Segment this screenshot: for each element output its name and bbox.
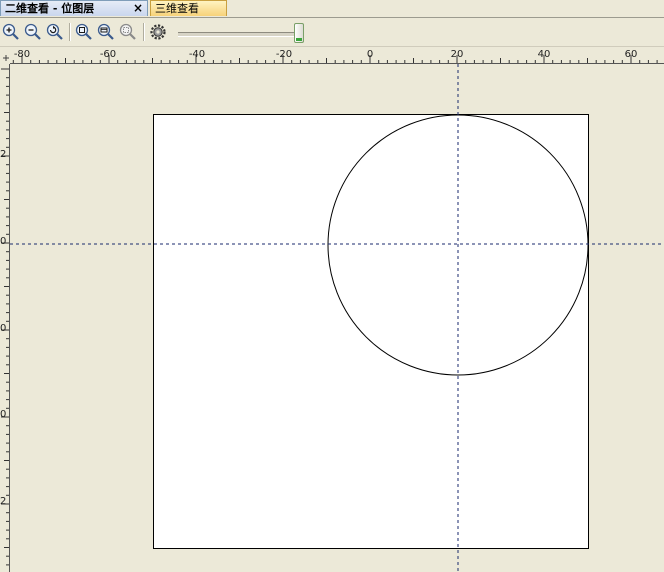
close-icon[interactable]: ×: [133, 1, 143, 16]
tab-3d-view[interactable]: 三维查看: [150, 0, 227, 16]
zoom-fit-button[interactable]: [74, 22, 94, 42]
tab-bar: 二维查看 - 位图层 × 三维查看: [0, 0, 664, 18]
ruler-label: -40: [189, 49, 205, 60]
ruler-label: -20: [276, 49, 292, 60]
zoom-window-button[interactable]: [96, 22, 116, 42]
ruler-label: 60: [625, 49, 638, 60]
zoom-fit-icon: [75, 23, 92, 40]
ruler-label: 0: [0, 409, 6, 420]
toolbar: [0, 18, 664, 47]
ruler-label: 2: [0, 149, 6, 160]
settings-button[interactable]: [148, 22, 168, 42]
ruler-label: -80: [14, 49, 30, 60]
toolbar-separator: [143, 23, 145, 41]
zoom-in-button[interactable]: [1, 22, 21, 42]
bitmap-canvas: [153, 114, 589, 549]
zoom-slider-track[interactable]: [178, 32, 302, 37]
zoom-out-button[interactable]: [23, 22, 43, 42]
zoom-in-icon: [2, 23, 19, 40]
ruler-label: -60: [100, 49, 116, 60]
zoom-area-icon: [119, 23, 136, 40]
zoom-out-icon: [24, 23, 41, 40]
gear-icon: [150, 24, 166, 40]
ruler-label: 0: [0, 236, 6, 247]
zoom-slider-thumb[interactable]: [294, 23, 304, 43]
ruler-label: 2: [0, 496, 6, 507]
tab-2d-view-bitmap-layer[interactable]: 二维查看 - 位图层 ×: [0, 0, 148, 16]
viewport[interactable]: -80 -60 -40 -20 0 20 40 60 20002: [0, 47, 664, 572]
ruler-label: 20: [451, 49, 464, 60]
ruler-label: 0: [367, 49, 373, 60]
ruler-label: 40: [538, 49, 551, 60]
top-ruler: -80 -60 -40 -20 0 20 40 60: [0, 47, 664, 64]
toolbar-separator: [69, 23, 71, 41]
zoom-refresh-icon: [46, 23, 63, 40]
zoom-area-button[interactable]: [118, 22, 138, 42]
zoom-window-icon: [97, 23, 114, 40]
zoom-reset-button[interactable]: [45, 22, 65, 42]
ruler-label: 0: [0, 323, 6, 334]
tab-label: 三维查看: [155, 2, 199, 15]
tab-label: 二维查看 - 位图层: [5, 2, 95, 15]
